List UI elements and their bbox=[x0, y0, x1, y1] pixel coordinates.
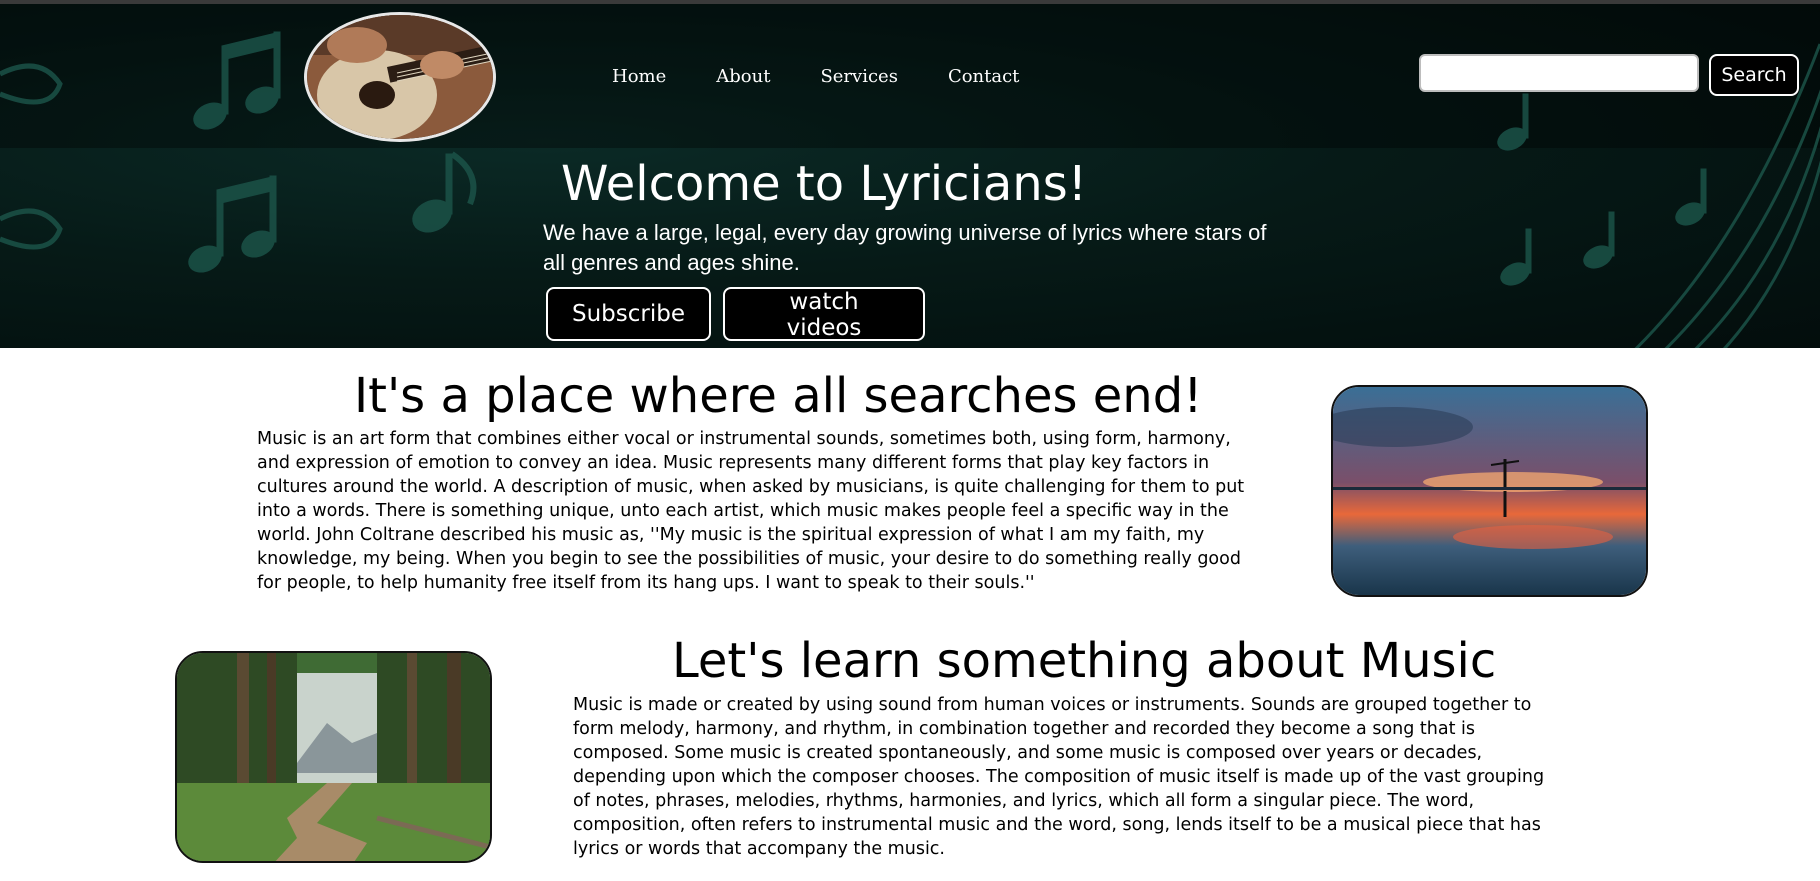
main-nav: Home About Services Contact bbox=[612, 66, 1019, 87]
watch-videos-button[interactable]: watch videos bbox=[723, 287, 925, 341]
subscribe-button[interactable]: Subscribe bbox=[546, 287, 711, 341]
search-button[interactable]: Search bbox=[1709, 54, 1799, 96]
hero-title: Welcome to Lyricians! bbox=[0, 156, 1820, 212]
forest-boardwalk-photo bbox=[175, 651, 492, 863]
section2-title: Let's learn something about Music bbox=[672, 633, 1497, 689]
section2-text: Music is made or created by using sound … bbox=[573, 695, 1545, 859]
search-input[interactable] bbox=[1419, 54, 1699, 92]
sunset-reflection-photo bbox=[1331, 385, 1648, 597]
site-header: Home About Services Contact Search Welco… bbox=[0, 4, 1820, 348]
hero-text: We have a large, legal, every day growin… bbox=[543, 220, 1267, 275]
section1-text: Music is an art form that combines eithe… bbox=[257, 429, 1245, 593]
nav-services[interactable]: Services bbox=[820, 66, 897, 87]
guitar-player-logo[interactable] bbox=[304, 12, 496, 142]
nav-about[interactable]: About bbox=[716, 66, 770, 87]
nav-contact[interactable]: Contact bbox=[948, 66, 1019, 87]
nav-home[interactable]: Home bbox=[612, 66, 666, 87]
hero-title-text: Welcome to Lyricians! bbox=[561, 156, 1087, 212]
section1-title: It's a place where all searches end! bbox=[354, 368, 1203, 424]
